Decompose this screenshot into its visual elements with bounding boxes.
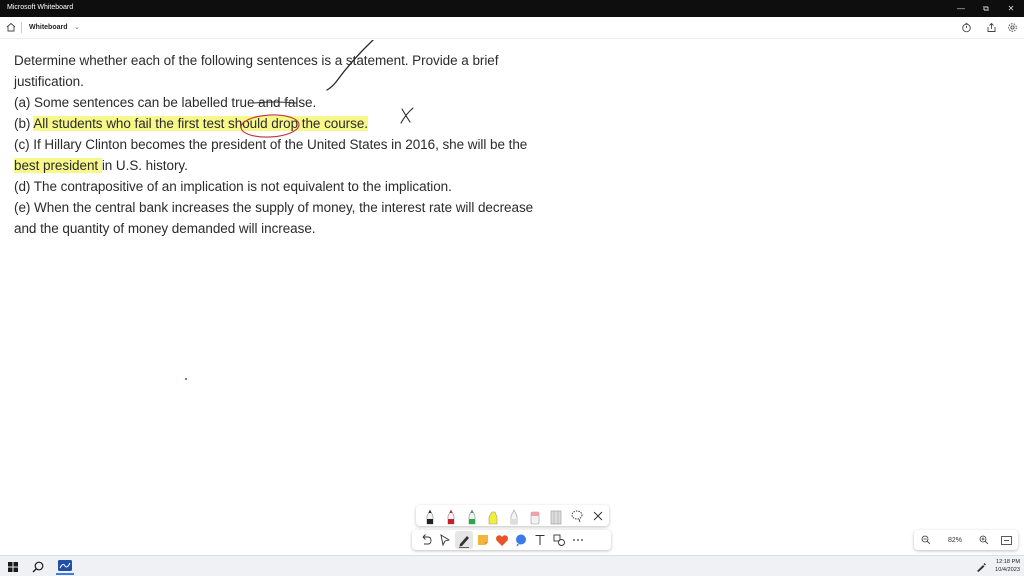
question-line-c: (c) If Hillary Clinton becomes the presi… <box>14 137 528 152</box>
black-pen-icon[interactable] <box>421 507 439 525</box>
shapes-icon[interactable] <box>550 531 568 549</box>
clock[interactable]: 12:18 PM 10/4/2023 <box>990 558 1020 574</box>
start-icon[interactable] <box>4 558 22 575</box>
clock-date: 10/4/2023 <box>995 567 1020 573</box>
zoom-out-icon[interactable] <box>918 530 934 550</box>
window-title: Microsoft Whiteboard <box>7 4 74 11</box>
pen-toolbar <box>416 505 609 526</box>
whiteboard-canvas[interactable]: Determine whether each of the following … <box>0 40 1024 555</box>
divider <box>21 22 22 33</box>
app-bar: Whiteboard ⌄ <box>0 17 1024 39</box>
timer-icon[interactable] <box>961 22 972 33</box>
zoom-level[interactable]: 82% <box>940 530 970 550</box>
inking-icon[interactable] <box>455 531 473 549</box>
pen-menu-icon[interactable] <box>972 558 990 575</box>
x-mark-ink <box>400 107 414 124</box>
red-pen-icon[interactable] <box>442 507 460 525</box>
text-icon[interactable] <box>531 531 549 549</box>
question-line-e2: and the quantity of money demanded will … <box>14 221 316 236</box>
question-line-1: Determine whether each of the following … <box>14 53 499 68</box>
close-icon[interactable] <box>589 507 607 525</box>
line-c2-rest: in U.S. history. <box>101 158 188 173</box>
undo-icon[interactable] <box>417 531 435 549</box>
restore-button[interactable]: ⧉ <box>974 0 998 17</box>
whiteboard-app-icon[interactable] <box>56 558 74 575</box>
highlighted-text-b: All students who fail the first test sho… <box>33 116 368 131</box>
search-icon[interactable] <box>29 558 47 575</box>
lasso-icon[interactable] <box>568 507 586 525</box>
reaction-icon[interactable] <box>493 531 511 549</box>
yellow-highlighter-icon[interactable] <box>484 507 502 525</box>
minimize-button[interactable]: — <box>949 0 973 17</box>
green-pen-icon[interactable] <box>463 507 481 525</box>
line-b-prefix: (b) <box>14 116 34 131</box>
question-line-b: (b) All students who fail the first test… <box>14 116 368 131</box>
board-name[interactable]: Whiteboard <box>29 24 68 31</box>
question-line-d: (d) The contrapositive of an implication… <box>14 179 452 194</box>
taskbar: 12:18 PM 10/4/2023 <box>0 555 1024 576</box>
ruler-icon[interactable] <box>547 507 565 525</box>
main-toolbar <box>412 530 611 550</box>
question-line-a: (a) Some sentences can be labelled true … <box>14 95 317 110</box>
more-icon[interactable] <box>569 531 587 549</box>
highlighted-text-c: best president <box>14 158 102 173</box>
close-button[interactable]: ✕ <box>999 0 1023 17</box>
eraser-icon[interactable] <box>526 507 544 525</box>
home-icon[interactable] <box>5 21 17 33</box>
select-icon[interactable] <box>436 531 454 549</box>
title-bar: Microsoft Whiteboard — ⧉ ✕ <box>0 0 1024 17</box>
settings-icon[interactable] <box>1007 22 1018 33</box>
chevron-down-icon[interactable]: ⌄ <box>74 23 80 31</box>
zoom-in-icon[interactable] <box>976 530 992 550</box>
red-dot-ink <box>185 378 187 380</box>
share-icon[interactable] <box>986 22 997 33</box>
zoom-controls: 82% <box>914 530 1018 550</box>
white-pen-icon[interactable] <box>505 507 523 525</box>
question-line-e: (e) When the central bank increases the … <box>14 200 534 215</box>
clock-time: 12:18 PM <box>996 559 1020 565</box>
question-line-2: justification. <box>14 74 84 89</box>
question-line-c2: best president in U.S. history. <box>14 158 188 173</box>
comment-icon[interactable] <box>512 531 530 549</box>
fit-to-screen-icon[interactable] <box>998 530 1014 550</box>
sticky-note-icon[interactable] <box>474 531 492 549</box>
